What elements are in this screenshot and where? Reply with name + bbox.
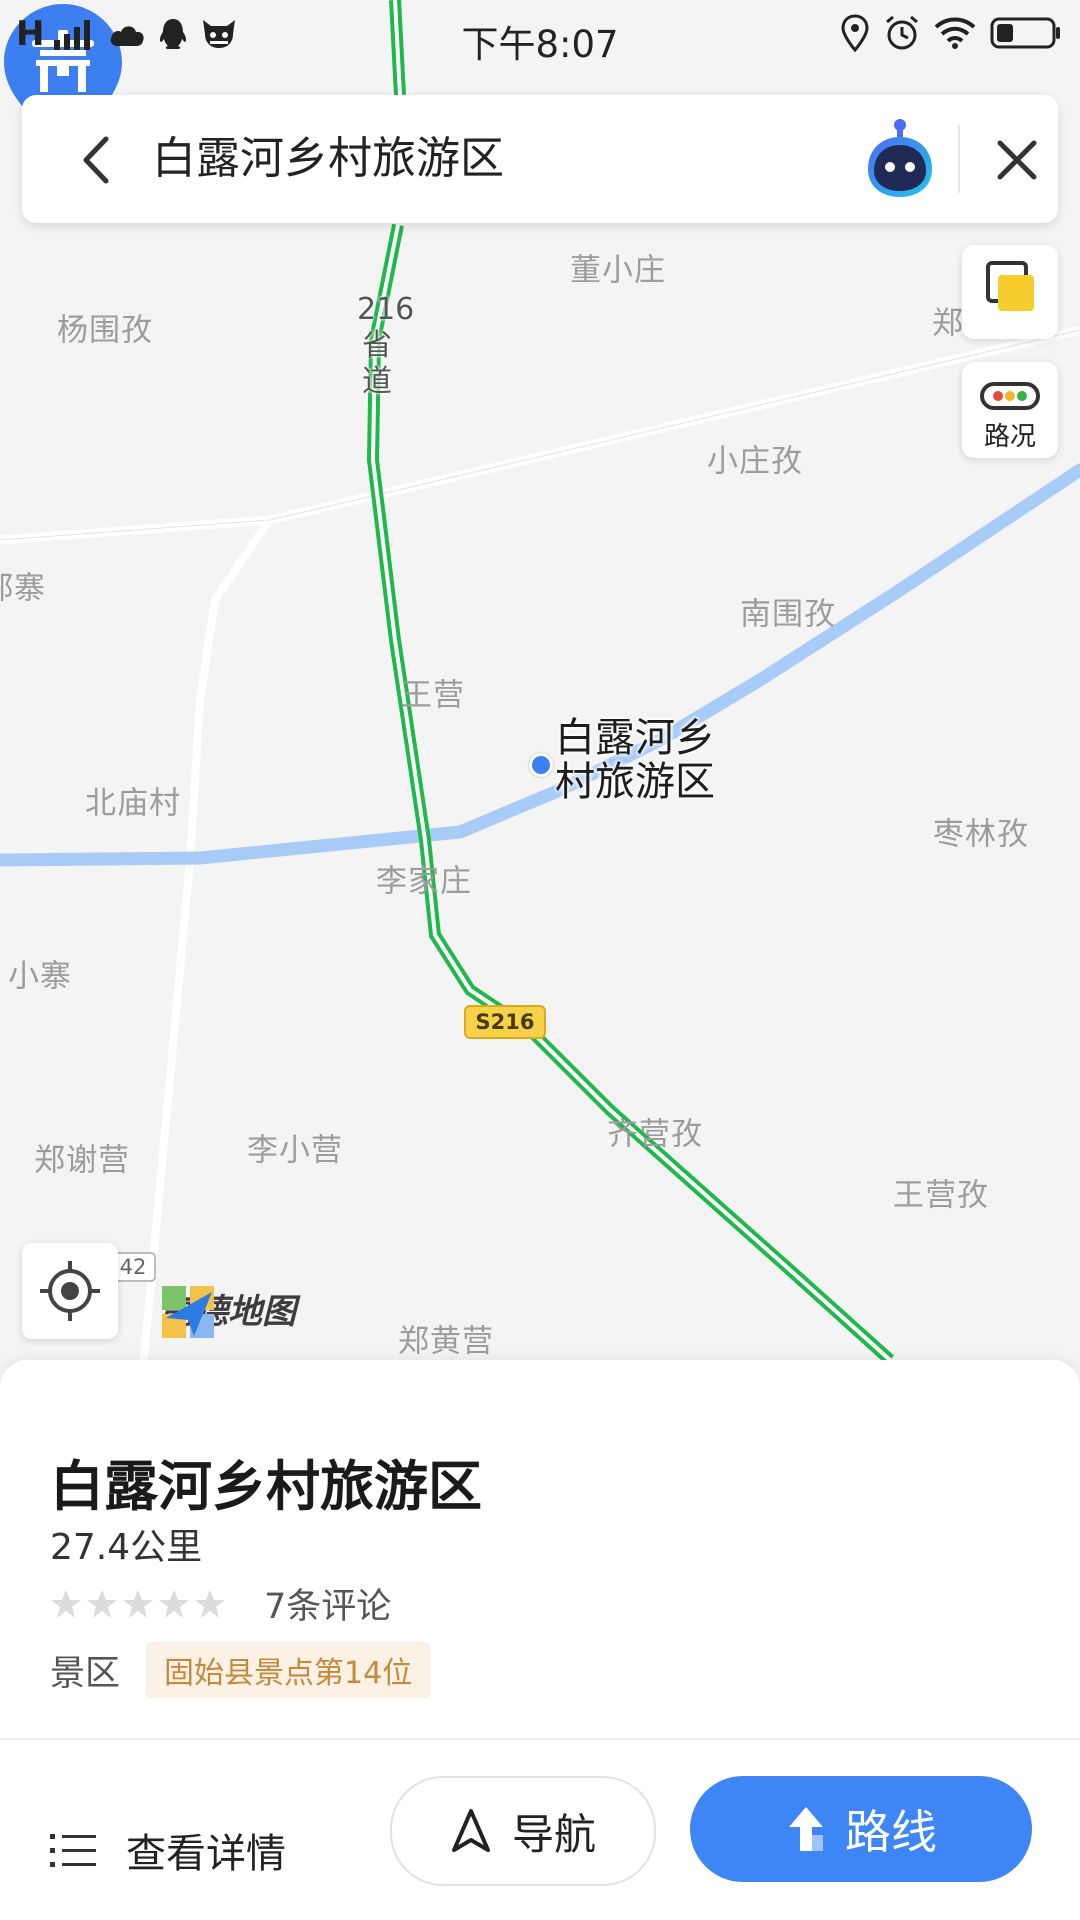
wifi-icon xyxy=(934,17,976,49)
rating-row[interactable]: 7条评论 xyxy=(50,1578,391,1629)
star-icon xyxy=(123,1589,153,1618)
place-distance: 27.4公里 xyxy=(50,1527,203,1568)
voice-assistant-icon[interactable] xyxy=(854,113,946,205)
star-rating xyxy=(50,1588,226,1620)
map-label[interactable]: 杨围孜 xyxy=(57,305,153,350)
route-button[interactable]: 路线 xyxy=(690,1776,1032,1882)
my-location-button[interactable] xyxy=(22,1243,118,1339)
traffic-label: 路况 xyxy=(983,422,1036,452)
crosshair-icon xyxy=(40,1261,100,1321)
poi-map-label[interactable]: 白露河乡 村旅游区 xyxy=(555,716,715,804)
map-label[interactable]: 李家庄 xyxy=(376,856,472,901)
view-details-label: 查看详情 xyxy=(126,1831,286,1877)
map-label[interactable]: 郑寨 xyxy=(0,563,46,608)
place-detail-sheet[interactable]: 白露河乡村旅游区 27.4公里 7条评论 景区 固始县景点第14位 查看详情 导… xyxy=(0,1360,1080,1920)
category-row: 景区 固始县景点第14位 xyxy=(50,1642,431,1698)
route-label: 路线 xyxy=(845,1805,937,1859)
road-name-vertical: 216省道 xyxy=(357,292,415,399)
map-label[interactable]: 北庙村 xyxy=(85,778,181,823)
map-label[interactable]: 郑 xyxy=(932,298,964,343)
sheet-divider xyxy=(0,1738,1080,1740)
battery-icon xyxy=(990,17,1060,49)
map-label[interactable]: 小庄孜 xyxy=(707,436,803,481)
navigate-label: 导航 xyxy=(511,1809,596,1859)
star-icon xyxy=(87,1589,117,1618)
map-label[interactable]: 齐营孜 xyxy=(607,1109,703,1154)
amap-logo-icon xyxy=(162,1286,214,1338)
place-category: 景区 xyxy=(50,1653,121,1694)
star-icon xyxy=(195,1589,225,1618)
route-arrow-icon xyxy=(789,1807,823,1851)
map-label[interactable]: 南围孜 xyxy=(740,589,836,634)
search-query-text[interactable]: 白露河乡村旅游区 xyxy=(152,95,504,223)
poi-location-dot xyxy=(529,753,553,777)
location-icon xyxy=(841,14,869,52)
map-label[interactable]: 王营 xyxy=(401,670,465,715)
rank-badge[interactable]: 固始县景点第14位 xyxy=(146,1642,431,1698)
map-label[interactable]: 李小营 xyxy=(247,1125,343,1170)
map-label[interactable]: 董小庄 xyxy=(570,245,666,290)
map-label[interactable]: 郑黄营 xyxy=(398,1316,494,1361)
traffic-light-icon xyxy=(980,382,1040,410)
place-title: 白露河乡村旅游区 xyxy=(50,1455,482,1518)
back-button[interactable] xyxy=(62,125,132,195)
amap-logo: 高德地图 xyxy=(160,1284,296,1338)
map-label[interactable]: 枣林孜 xyxy=(933,809,1029,854)
map-label[interactable]: 郑谢营 xyxy=(34,1135,130,1180)
road-badge-s216: S216 xyxy=(464,1005,546,1039)
map-label[interactable]: 小寨 xyxy=(8,951,72,996)
alarm-icon xyxy=(886,15,918,50)
status-bar: H 下午8:07 xyxy=(0,0,1080,76)
navigation-arrow-icon xyxy=(451,1809,490,1852)
navigate-button[interactable]: 导航 xyxy=(390,1776,656,1886)
close-icon[interactable] xyxy=(982,125,1052,195)
map-layers-button[interactable] xyxy=(962,245,1058,339)
search-divider xyxy=(958,125,960,193)
view-details-button[interactable]: 查看详情 xyxy=(50,1800,286,1900)
traffic-toggle-button[interactable]: 路况 xyxy=(962,362,1058,458)
star-icon xyxy=(159,1589,189,1618)
list-icon xyxy=(50,1834,96,1867)
star-icon xyxy=(51,1589,81,1618)
status-right-icons xyxy=(840,14,1062,52)
layers-icon xyxy=(986,261,1034,311)
review-count[interactable]: 7条评论 xyxy=(264,1578,391,1629)
map-label[interactable]: 王营孜 xyxy=(893,1170,989,1215)
search-bar[interactable]: 白露河乡村旅游区 xyxy=(22,95,1058,223)
